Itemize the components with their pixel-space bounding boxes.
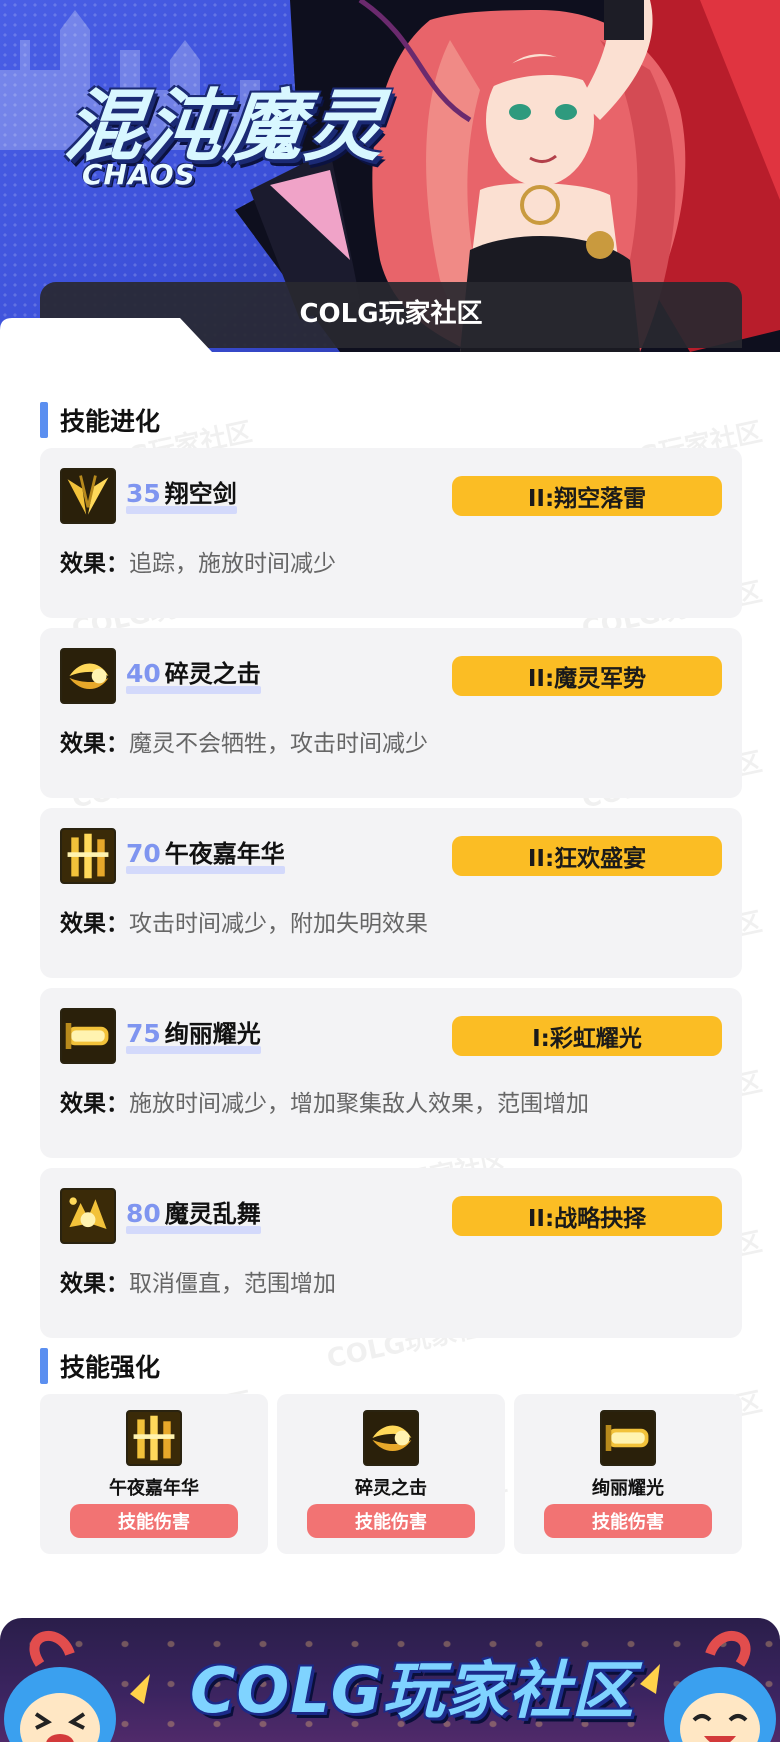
skill-damage-button[interactable]: 技能伤害	[70, 1504, 238, 1538]
skill-level: 35	[126, 479, 161, 508]
enhancement-card: 碎灵之击 技能伤害	[277, 1394, 505, 1554]
skill-level: 80	[126, 1199, 161, 1228]
evolution-tag: II:魔灵军势	[452, 656, 722, 696]
effect-text: 魔灵不会牺牲，攻击时间减少	[129, 731, 428, 757]
radiant-beam-icon	[600, 1410, 656, 1466]
skill-effect: 效果：施放时间减少，增加聚集敌人效果，范围增加	[60, 1084, 722, 1118]
effect-label: 效果：	[60, 911, 129, 937]
enhancement-skill-name: 碎灵之击	[355, 1478, 427, 1499]
spirit-burst-icon	[363, 1410, 419, 1466]
evolution-tag: II:狂欢盛宴	[452, 836, 722, 876]
skill-damage-button[interactable]: 技能伤害	[307, 1504, 475, 1538]
section-accent-bar	[40, 402, 48, 438]
skill-title: 70 午夜嘉年华	[126, 834, 285, 874]
skill-name: 魔灵乱舞	[164, 1200, 261, 1228]
skill-name: 碎灵之击	[164, 660, 261, 688]
skill-card: 70 午夜嘉年华 II:狂欢盛宴 效果：攻击时间减少，附加失明效果	[40, 808, 742, 978]
midnight-carnival-icon	[60, 828, 116, 884]
section-accent-bar	[40, 1348, 48, 1384]
skill-level: 75	[126, 1019, 161, 1048]
skill-title: 75 绚丽耀光	[126, 1014, 261, 1054]
skill-card: 40 碎灵之击 II:魔灵军势 效果：魔灵不会牺牲，攻击时间减少	[40, 628, 742, 798]
effect-text: 取消僵直，范围增加	[129, 1271, 336, 1297]
spirit-burst-icon	[60, 648, 116, 704]
footer-banner[interactable]: COLG玩家社区	[0, 1618, 780, 1742]
section-title: 技能进化	[60, 407, 161, 436]
skill-name: 绚丽耀光	[164, 1020, 261, 1048]
effect-label: 效果：	[60, 1091, 129, 1117]
skill-card: 75 绚丽耀光 I:彩虹耀光 效果：施放时间减少，增加聚集敌人效果，范围增加	[40, 988, 742, 1158]
enhancement-card: 绚丽耀光 技能伤害	[514, 1394, 742, 1554]
enhancement-skill-name: 午夜嘉年华	[109, 1478, 199, 1499]
skill-name: 翔空剑	[164, 480, 237, 508]
skill-title: 35 翔空剑	[126, 474, 237, 514]
skill-effect: 效果：攻击时间减少，附加失明效果	[60, 904, 722, 938]
evolution-tag: II:翔空落雷	[452, 476, 722, 516]
effect-text: 攻击时间减少，附加失明效果	[129, 911, 428, 937]
banner-bottom-edge	[0, 318, 780, 352]
radiant-beam-icon	[60, 1008, 116, 1064]
header-banner: 混沌魔灵 CHAOS COLG玩家社区	[0, 0, 780, 352]
skill-effect: 效果：魔灵不会牺牲，攻击时间减少	[60, 724, 722, 758]
midnight-carnival-icon	[126, 1410, 182, 1466]
skill-card: 35 翔空剑 II:翔空落雷 效果：追踪，施放时间减少	[40, 448, 742, 618]
mascot-left-icon	[4, 1631, 150, 1742]
skill-effect: 效果：取消僵直，范围增加	[60, 1264, 722, 1298]
spirit-dance-icon	[60, 1188, 116, 1244]
skill-effect: 效果：追踪，施放时间减少	[60, 544, 722, 578]
section-title: 技能强化	[60, 1353, 161, 1382]
banner-subtitle: CHAOS	[82, 158, 196, 191]
enhancement-skill-name: 绚丽耀光	[592, 1478, 664, 1499]
mascot-right-icon	[640, 1631, 776, 1742]
effect-label: 效果：	[60, 731, 129, 757]
footer-title: COLG玩家社区	[190, 1654, 635, 1727]
section-skill-evolution: 技能进化	[40, 402, 160, 438]
effect-label: 效果：	[60, 1271, 129, 1297]
evolution-tag: I:彩虹耀光	[452, 1016, 722, 1056]
skill-title: 80 魔灵乱舞	[126, 1194, 261, 1234]
sword-slash-icon	[60, 468, 116, 524]
skill-level: 70	[126, 839, 161, 868]
skill-level: 40	[126, 659, 161, 688]
effect-label: 效果：	[60, 551, 129, 577]
skill-title: 40 碎灵之击	[126, 654, 261, 694]
effect-text: 追踪，施放时间减少	[129, 551, 336, 577]
evolution-tag: II:战略抉择	[452, 1196, 722, 1236]
skill-name: 午夜嘉年华	[164, 840, 285, 868]
enhancement-card: 午夜嘉年华 技能伤害	[40, 1394, 268, 1554]
section-skill-enhancement: 技能强化	[40, 1348, 160, 1384]
skill-damage-button[interactable]: 技能伤害	[544, 1504, 712, 1538]
skill-card: 80 魔灵乱舞 II:战略抉择 效果：取消僵直，范围增加	[40, 1168, 742, 1338]
effect-text: 施放时间减少，增加聚集敌人效果，范围增加	[129, 1091, 589, 1117]
